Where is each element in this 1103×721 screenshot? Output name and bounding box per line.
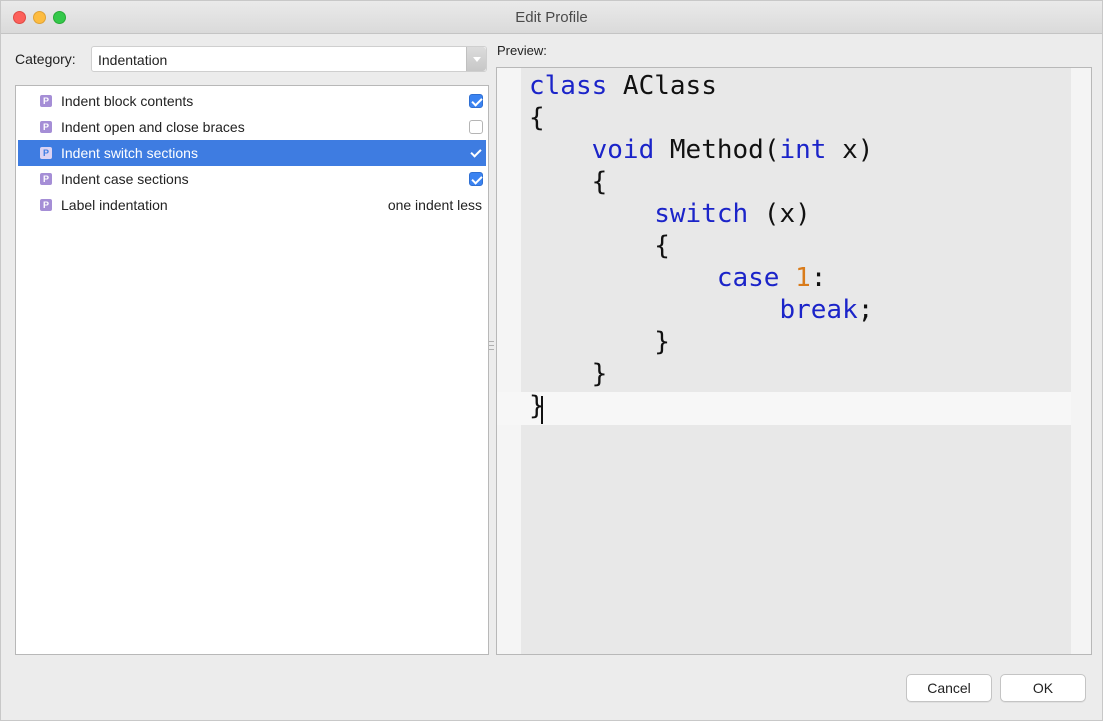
code-line: { (591, 167, 608, 197)
code-line: void Method(int x) (591, 135, 874, 165)
pane-splitter-handle[interactable] (489, 341, 494, 355)
option-label: Indent block contents (61, 93, 194, 109)
current-line-highlight (497, 392, 1071, 425)
category-label: Category: (15, 51, 76, 67)
option-label: Indent case sections (61, 171, 189, 187)
preview-label: Preview: (497, 43, 547, 58)
option-indent-case-sections[interactable]: P Indent case sections (18, 166, 486, 192)
code-line: case 1: (716, 263, 827, 293)
title-bar: Edit Profile (1, 1, 1102, 34)
ok-button[interactable]: OK (1000, 674, 1086, 702)
option-label: Indent switch sections (61, 145, 198, 161)
option-indent-switch-sections[interactable]: P Indent switch sections (18, 140, 486, 166)
option-label-indentation[interactable]: P Label indentation one indent less (18, 192, 486, 218)
code-line: break; (779, 295, 874, 325)
window-title: Edit Profile (515, 9, 588, 26)
editor-gutter (497, 68, 521, 654)
category-dropdown[interactable]: Indentation (91, 46, 487, 72)
code-line: switch (x) (654, 199, 811, 229)
edit-profile-window: Edit Profile Category: Indentation P Ind… (0, 0, 1103, 721)
option-label: Indent open and close braces (61, 119, 245, 135)
text-caret (541, 396, 543, 424)
option-indent-block-contents[interactable]: P Indent block contents (18, 88, 486, 114)
option-label: Label indentation (61, 197, 168, 213)
option-checkbox[interactable] (469, 146, 483, 160)
property-icon: P (40, 147, 52, 159)
property-icon: P (40, 121, 52, 133)
code-line: } (654, 327, 670, 357)
code-line: { (654, 231, 670, 261)
options-list: P Indent block contents P Indent open an… (15, 85, 489, 655)
chevron-down-icon[interactable] (466, 47, 486, 71)
property-icon: P (40, 173, 52, 185)
property-icon: P (40, 95, 52, 107)
cancel-button[interactable]: Cancel (906, 674, 992, 702)
code-line: class AClass (529, 71, 717, 101)
option-checkbox[interactable] (469, 172, 483, 186)
option-checkbox[interactable] (469, 120, 483, 134)
code-preview[interactable]: class AClass { void Method(int x) { swit… (496, 67, 1092, 655)
property-icon: P (40, 199, 52, 211)
code-line: { (529, 103, 545, 133)
option-checkbox[interactable] (469, 94, 483, 108)
option-indent-open-close-braces[interactable]: P Indent open and close braces (18, 114, 486, 140)
category-selected-value: Indentation (98, 52, 168, 68)
code-line: } (591, 359, 608, 389)
option-value[interactable]: one indent less (388, 197, 482, 213)
